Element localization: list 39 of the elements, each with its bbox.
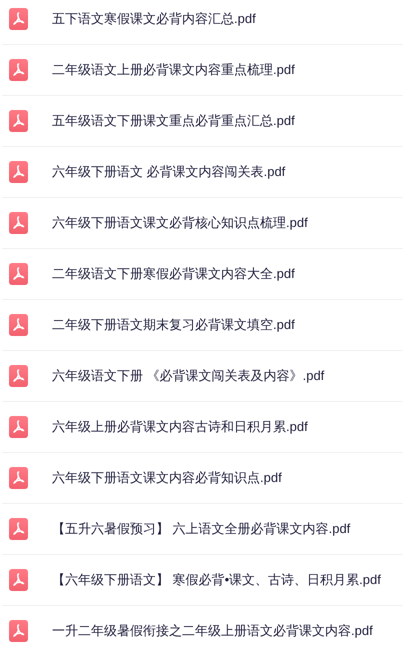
file-name: 二年级语文上册必背课文内容重点梳理.pdf (52, 61, 295, 80)
file-row[interactable]: 二年级语文上册必背课文内容重点梳理.pdf (2, 45, 403, 96)
file-name: 六年级下册语文课文内容必背知识点.pdf (52, 469, 282, 488)
file-name: 五年级语文下册课文重点必背重点汇总.pdf (52, 112, 295, 130)
file-row[interactable]: 五年级语文下册课文重点必背重点汇总.pdf (2, 96, 403, 147)
file-name: 五下语文寒假课文必背内容汇总.pdf (52, 10, 256, 28)
pdf-icon (9, 569, 28, 591)
file-name: 【五升六暑假预习】 六上语文全册必背课文内容.pdf (52, 520, 350, 538)
file-row[interactable]: 六年级下册语文课文内容必背知识点.pdf (2, 453, 403, 504)
file-row[interactable]: 二年级下册语文期末复习必背课文填空.pdf (2, 300, 403, 351)
file-name: 六年级语文下册 《必背课文闯关表及内容》.pdf (52, 367, 324, 386)
pdf-icon (9, 8, 28, 30)
file-name: 二年级下册语文期末复习必背课文填空.pdf (52, 316, 295, 334)
file-row[interactable]: 六年级下册语文 必背课文内容闯关表.pdf (2, 147, 403, 198)
pdf-icon (9, 416, 28, 438)
pdf-icon (9, 518, 28, 540)
pdf-icon (9, 59, 28, 81)
pdf-icon (9, 212, 28, 234)
pdf-icon (9, 314, 28, 336)
pdf-icon (9, 365, 28, 387)
file-row[interactable]: 五下语文寒假课文必背内容汇总.pdf (2, 0, 403, 45)
file-row[interactable]: 二年级语文下册寒假必背课文内容大全.pdf (2, 249, 403, 300)
file-row[interactable]: 【六年级下册语文】 寒假必背•课文、古诗、日积月累.pdf (2, 555, 403, 606)
pdf-icon (9, 110, 28, 132)
file-row[interactable]: 六年级上册必背课文内容古诗和日积月累.pdf (2, 402, 403, 453)
file-name: 一升二年级暑假衔接之二年级上册语文必背课文内容.pdf (52, 622, 373, 640)
pdf-icon (9, 263, 28, 285)
file-row[interactable]: 一升二年级暑假衔接之二年级上册语文必背课文内容.pdf (2, 606, 403, 650)
pdf-icon (9, 620, 28, 642)
file-name: 六年级下册语文 必背课文内容闯关表.pdf (52, 163, 286, 182)
file-name: 【六年级下册语文】 寒假必背•课文、古诗、日积月累.pdf (52, 571, 381, 590)
pdf-icon (9, 467, 28, 489)
file-row[interactable]: 六年级下册语文课文必背核心知识点梳理.pdf (2, 198, 403, 249)
file-row[interactable]: 六年级语文下册 《必背课文闯关表及内容》.pdf (2, 351, 403, 402)
pdf-icon (9, 161, 28, 183)
file-name: 六年级下册语文课文必背核心知识点梳理.pdf (52, 214, 308, 232)
file-row[interactable]: 【五升六暑假预习】 六上语文全册必背课文内容.pdf (2, 504, 403, 555)
file-name: 二年级语文下册寒假必背课文内容大全.pdf (52, 265, 295, 284)
file-name: 六年级上册必背课文内容古诗和日积月累.pdf (52, 418, 308, 436)
